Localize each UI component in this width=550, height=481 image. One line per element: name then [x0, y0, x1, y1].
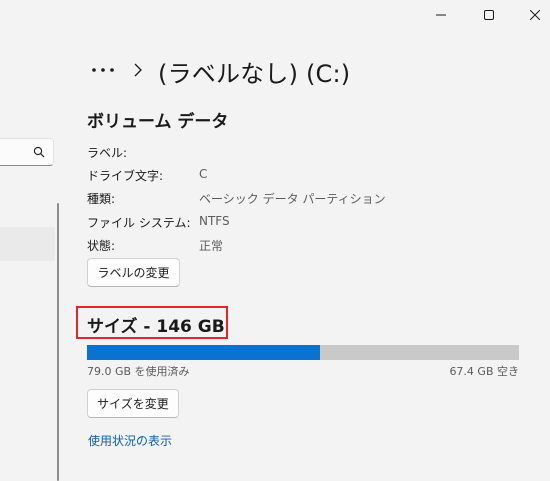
type-value: ベーシック データ パーティション [199, 192, 386, 206]
drive-letter-label: ドライブ文字: [87, 169, 164, 183]
close-button[interactable] [512, 0, 550, 30]
maximize-button[interactable] [466, 0, 512, 30]
close-icon [530, 10, 540, 20]
used-space-text: 79.0 GB を使用済み [87, 365, 190, 378]
type-label: 種類: [87, 192, 116, 206]
chevron-right-icon [134, 63, 142, 77]
minimize-button[interactable] [418, 0, 464, 30]
free-space-text: 67.4 GB 空き [449, 365, 519, 378]
file-system-value: NTFS [199, 214, 230, 228]
resize-button[interactable]: サイズを変更 [87, 389, 179, 418]
sidebar-item-selected[interactable] [0, 227, 55, 261]
breadcrumb-more-button[interactable] [90, 60, 116, 80]
view-usage-link[interactable]: 使用状況の表示 [88, 432, 172, 449]
label-property-label: ラベル: [87, 146, 128, 160]
usage-bar [87, 345, 519, 360]
search-icon[interactable] [33, 146, 45, 158]
file-system-label: ファイル システム: [87, 216, 191, 230]
minimize-icon [436, 14, 446, 16]
more-horizontal-icon [92, 68, 114, 72]
status-label: 状態: [87, 239, 116, 253]
maximize-icon [484, 10, 494, 20]
size-highlight-box [76, 306, 228, 339]
search-input[interactable] [0, 138, 54, 166]
sidebar-scrollbar[interactable] [57, 203, 59, 481]
usage-bar-used [87, 345, 321, 360]
drive-letter-value: C [199, 167, 208, 181]
volume-data-heading: ボリューム データ [87, 112, 229, 132]
page-title: (ラベルなし) (C:) [158, 60, 351, 88]
change-label-button[interactable]: ラベルの変更 [87, 258, 180, 287]
status-value: 正常 [199, 239, 224, 253]
